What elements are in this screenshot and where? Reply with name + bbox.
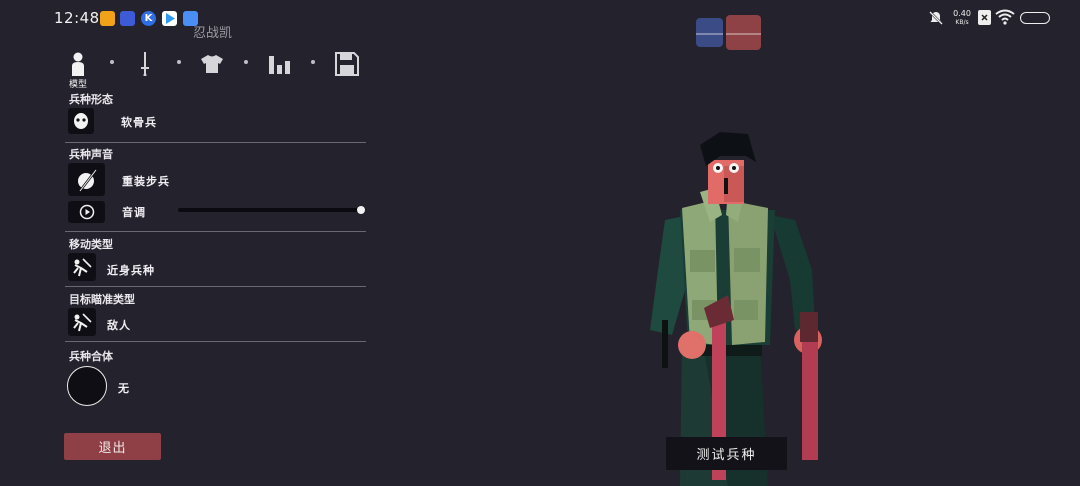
net-speed: 0.40 KB/s [951, 9, 973, 27]
vivo-app-icon [120, 11, 135, 26]
person-icon [72, 52, 84, 76]
section-title-targeting: 目标瞄准类型 [69, 293, 135, 306]
melee-icon [73, 258, 92, 277]
form-value[interactable]: 软骨兵 [121, 114, 157, 130]
unit-name: 忍战凯 [193, 26, 233, 41]
section-title-movement: 移动类型 [69, 238, 113, 251]
orange-app-icon [100, 11, 115, 26]
voice-value[interactable]: 重装步兵 [122, 173, 170, 189]
form-icon-box[interactable] [68, 108, 94, 134]
targeting-icon-box[interactable] [68, 308, 96, 336]
unit-preview-model[interactable] [620, 120, 850, 486]
battery-icon [1020, 12, 1050, 24]
mute-icon [928, 10, 944, 29]
tab-label-model: 模型 [69, 80, 88, 90]
team-blue-swatch[interactable] [696, 18, 723, 47]
stats-icon [269, 56, 290, 74]
save-icon [335, 52, 359, 76]
tab-separator [311, 60, 315, 64]
soldier-voice-icon [77, 168, 97, 192]
pitch-label: 音调 [122, 206, 146, 219]
divider [65, 286, 366, 287]
exit-button[interactable]: 退出 [64, 433, 161, 460]
section-title-voice: 兵种声音 [69, 148, 113, 161]
net-speed-value: 0.40 [953, 9, 971, 18]
movement-icon-box[interactable] [68, 253, 96, 281]
divider [65, 231, 366, 232]
play-voice-button[interactable] [68, 201, 105, 223]
play-icon [79, 204, 94, 220]
pitch-slider-knob[interactable] [357, 206, 365, 214]
divider [65, 341, 366, 342]
status-time: 12:48 [54, 9, 100, 27]
tab-weapons[interactable] [136, 50, 154, 78]
voice-icon-box[interactable] [68, 163, 105, 196]
divider [65, 142, 366, 143]
tab-separator [244, 60, 248, 64]
targeting-value[interactable]: 敌人 [107, 317, 131, 333]
sword-icon [141, 52, 149, 76]
wifi-icon [995, 9, 1015, 29]
tab-separator [110, 60, 114, 64]
tab-clothing[interactable] [199, 50, 225, 78]
tab-model[interactable] [68, 50, 88, 78]
movement-value[interactable]: 近身兵种 [107, 262, 155, 278]
team-red-swatch[interactable] [726, 15, 761, 50]
combine-slot[interactable] [67, 366, 107, 406]
k-app-icon: K [141, 11, 156, 26]
section-title-combine: 兵种合体 [69, 350, 113, 363]
section-title-form: 兵种形态 [69, 93, 113, 106]
tab-save[interactable] [334, 50, 360, 78]
tab-stats[interactable] [266, 50, 294, 78]
target-enemy-icon [73, 313, 92, 332]
mask-face-icon [74, 113, 88, 129]
test-unit-button[interactable]: 测试兵种 [666, 437, 787, 470]
net-speed-unit: KB/s [955, 19, 969, 26]
sim-icon [978, 10, 991, 25]
play-store-icon [162, 11, 177, 26]
tab-separator [177, 60, 181, 64]
shirt-icon [201, 55, 223, 73]
combine-value: 无 [118, 382, 130, 395]
pitch-slider-track[interactable] [178, 208, 362, 212]
